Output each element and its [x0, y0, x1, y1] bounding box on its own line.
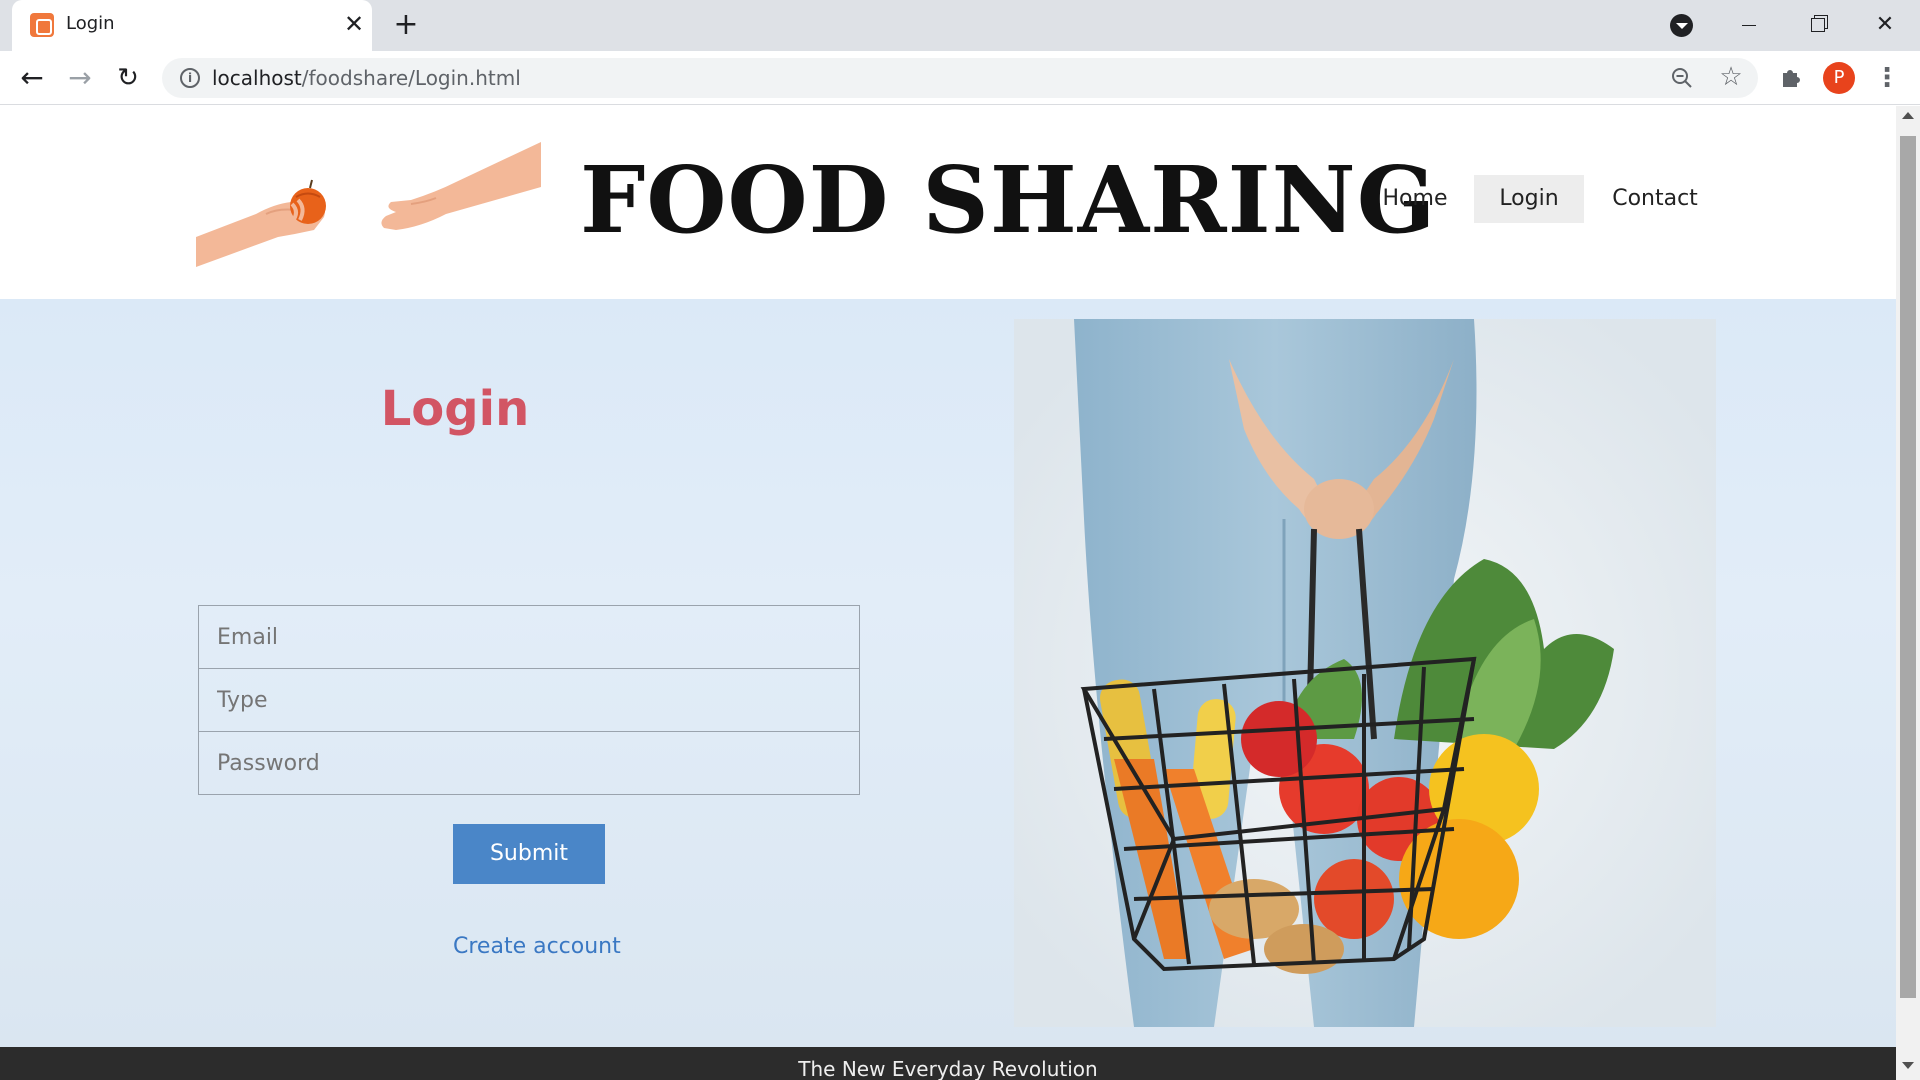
hero-basket-image	[1014, 319, 1716, 1027]
bookmark-star-icon[interactable]: ☆	[1718, 64, 1744, 90]
back-arrow-icon[interactable]: ←	[16, 62, 48, 94]
site-header: FOOD SHARING Home Login Contact	[0, 106, 1896, 299]
site-title: FOOD SHARING	[580, 146, 1437, 254]
scroll-up-arrow-icon[interactable]	[1902, 112, 1914, 119]
scroll-down-arrow-icon[interactable]	[1902, 1062, 1914, 1069]
address-bar[interactable]: i localhost/foodshare/Login.html ☆	[162, 58, 1758, 98]
puzzle-extensions-icon[interactable]	[1778, 65, 1804, 91]
new-tab-plus-icon[interactable]: +	[390, 9, 422, 41]
xampp-favicon-icon	[30, 13, 54, 37]
submit-button[interactable]: Submit	[453, 824, 605, 884]
kebab-menu-icon[interactable]: ⋮	[1874, 62, 1900, 94]
footer-tagline: The New Everyday Revolution	[798, 1057, 1098, 1080]
site-footer: The New Everyday Revolution	[0, 1047, 1896, 1080]
login-section: Login Submit Create account	[0, 299, 1896, 1053]
vegetable-basket-illustration	[1014, 319, 1716, 1027]
create-account-link[interactable]: Create account	[453, 934, 621, 959]
minimize-window-button[interactable]	[1728, 6, 1768, 44]
url-text[interactable]: localhost/foodshare/Login.html	[212, 66, 521, 90]
tab-search-dropdown-icon[interactable]	[1670, 14, 1693, 37]
reload-icon[interactable]: ↻	[112, 62, 144, 94]
nav-link-contact[interactable]: Contact	[1590, 175, 1720, 223]
profile-avatar[interactable]: P	[1823, 62, 1855, 94]
email-input[interactable]	[198, 605, 860, 669]
close-window-button[interactable]: ✕	[1865, 6, 1905, 44]
nav-link-home[interactable]: Home	[1360, 175, 1470, 223]
browser-tab[interactable]: Login ✕	[12, 0, 372, 51]
type-input[interactable]	[198, 668, 860, 732]
close-tab-icon[interactable]: ✕	[340, 10, 368, 38]
info-icon[interactable]: i	[180, 68, 200, 88]
nav-link-login[interactable]: Login	[1474, 175, 1584, 223]
food-sharing-logo	[196, 142, 541, 267]
url-path: /foodshare/Login.html	[301, 66, 521, 90]
scrollbar-thumb[interactable]	[1900, 136, 1916, 998]
forward-arrow-icon[interactable]: →	[64, 62, 96, 94]
browser-toolbar: ← → ↻ i localhost/foodshare/Login.html ☆…	[0, 51, 1920, 105]
password-input[interactable]	[198, 731, 860, 795]
browser-tab-bar: Login ✕ + ✕	[0, 0, 1920, 51]
page-scrollbar[interactable]	[1896, 106, 1920, 1080]
tab-title: Login	[66, 13, 115, 34]
zoom-out-icon[interactable]	[1670, 66, 1694, 90]
restore-window-button[interactable]	[1797, 6, 1837, 44]
login-heading: Login	[380, 381, 530, 437]
url-host: localhost	[212, 66, 302, 90]
page-viewport: FOOD SHARING Home Login Contact Login Su…	[0, 106, 1896, 1080]
